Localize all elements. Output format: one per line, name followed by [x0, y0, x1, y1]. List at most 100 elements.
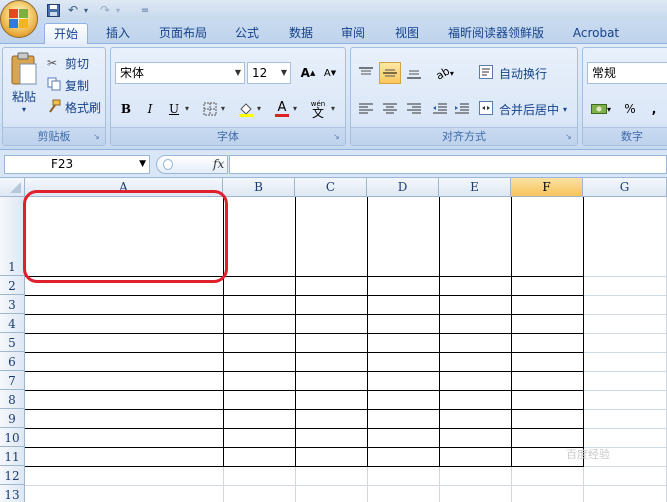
comma-button[interactable]: ,: [643, 98, 665, 120]
row-header-1[interactable]: 1: [0, 197, 25, 276]
row-header-6[interactable]: 6: [0, 352, 25, 371]
row-header-9[interactable]: 9: [0, 409, 25, 428]
column-header-e[interactable]: E: [439, 178, 511, 197]
name-box[interactable]: F23 ▼: [4, 155, 150, 174]
paste-button[interactable]: 粘贴 ▾: [6, 52, 42, 124]
format-painter-label: 格式刷: [65, 100, 102, 115]
number-format-select[interactable]: 常规: [587, 62, 667, 84]
gridline: [223, 466, 224, 502]
percent-button[interactable]: %: [619, 98, 641, 120]
fill-bucket-icon: [239, 103, 253, 117]
font-size-select[interactable]: 12 ▼: [247, 62, 291, 84]
redo-dropdown-icon[interactable]: ▾: [114, 2, 122, 18]
redo-icon[interactable]: ↷: [98, 2, 112, 18]
phonetic-guide-button[interactable]: wén 文: [307, 98, 329, 120]
tab-insert[interactable]: 插入: [98, 23, 138, 44]
align-middle-button[interactable]: [379, 62, 401, 84]
row-header-10[interactable]: 10: [0, 428, 25, 447]
merge-center-button[interactable]: 合并后居中 ▾: [479, 100, 567, 118]
accounting-format-button[interactable]: ▾: [587, 98, 615, 120]
underline-dropdown-icon[interactable]: ▾: [185, 104, 189, 113]
align-left-button[interactable]: [355, 98, 377, 120]
bold-button[interactable]: B: [115, 98, 137, 120]
number-group: 常规 ▾ % , 数字: [582, 47, 667, 146]
row-header-12[interactable]: 12: [0, 466, 25, 485]
row-header-2[interactable]: 2: [0, 276, 25, 295]
align-bottom-button[interactable]: [403, 62, 425, 84]
tab-formulas[interactable]: 公式: [226, 23, 268, 44]
borders-dropdown-icon[interactable]: ▾: [221, 104, 225, 113]
fx-area: fx: [156, 155, 228, 174]
column-header-f[interactable]: F: [511, 178, 583, 197]
tab-foxit[interactable]: 福昕阅读器领鲜版: [440, 23, 552, 44]
fill-color-dropdown-icon[interactable]: ▾: [257, 104, 261, 113]
row-header-7[interactable]: 7: [0, 371, 25, 390]
column-header-c[interactable]: C: [295, 178, 367, 197]
decrease-indent-icon: [433, 103, 447, 114]
grow-font-label: A: [300, 66, 310, 80]
row-header-4[interactable]: 4: [0, 314, 25, 333]
phonetic-dropdown-icon[interactable]: ▾: [331, 104, 335, 113]
copy-button[interactable]: 复制: [47, 76, 89, 94]
font-size-value: 12: [252, 66, 268, 80]
italic-button[interactable]: I: [139, 98, 161, 120]
align-center-button[interactable]: [379, 98, 401, 120]
tab-review[interactable]: 审阅: [332, 23, 374, 44]
office-button[interactable]: [0, 0, 38, 38]
ribbon: 粘贴 ▾ ✂ 剪切 复制 格式刷 剪贴板 ↘ 宋体 ▼ 12 ▼ A ▲ A ▼…: [0, 44, 667, 150]
tab-data[interactable]: 数据: [280, 23, 322, 44]
borders-button[interactable]: [199, 98, 221, 120]
paste-dropdown-icon[interactable]: ▾: [22, 105, 26, 114]
undo-icon[interactable]: ↶: [66, 2, 80, 18]
format-painter-button[interactable]: 格式刷: [47, 98, 101, 116]
clipboard-group-label: 剪贴板: [3, 127, 105, 145]
merge-cells-icon: [479, 100, 499, 118]
undo-dropdown-icon[interactable]: ▾: [82, 2, 90, 18]
tab-view[interactable]: 视图: [386, 23, 428, 44]
name-box-dropdown-icon[interactable]: ▼: [139, 156, 146, 173]
customize-quick-access-icon[interactable]: =: [140, 2, 150, 18]
align-center-icon: [383, 103, 397, 114]
wrap-text-button[interactable]: 自动换行: [479, 64, 547, 82]
save-icon[interactable]: [46, 2, 60, 18]
cut-button[interactable]: ✂ 剪切: [47, 54, 89, 72]
font-color-dropdown-icon[interactable]: ▾: [293, 104, 297, 113]
grow-font-button[interactable]: A ▲: [297, 62, 319, 84]
underline-button[interactable]: U: [163, 98, 185, 120]
row-header-3[interactable]: 3: [0, 295, 25, 314]
clipboard-launcher-icon[interactable]: ↘: [93, 132, 103, 142]
tab-acrobat[interactable]: Acrobat: [566, 23, 626, 44]
increase-indent-button[interactable]: [451, 98, 473, 120]
formula-bar-toggle-icon[interactable]: [163, 159, 173, 170]
shrink-font-button[interactable]: A ▼: [319, 62, 341, 84]
gridline: [25, 485, 667, 486]
insert-function-button[interactable]: fx: [213, 157, 224, 171]
column-header-b[interactable]: B: [223, 178, 295, 197]
merge-dropdown-icon[interactable]: ▾: [563, 105, 567, 114]
number-group-label: 数字: [583, 127, 667, 145]
chevron-down-icon: ▼: [234, 68, 241, 77]
decrease-indent-button[interactable]: [429, 98, 451, 120]
orientation-button[interactable]: ab ▾: [431, 62, 459, 84]
font-color-button[interactable]: A: [271, 98, 293, 120]
column-header-g[interactable]: G: [583, 178, 667, 197]
gridline: [583, 466, 584, 502]
row-header-11[interactable]: 11: [0, 447, 25, 466]
cut-label: 剪切: [65, 56, 90, 71]
align-top-button[interactable]: [355, 62, 377, 84]
font-color-swatch: [275, 113, 289, 117]
tab-home[interactable]: 开始: [44, 23, 88, 44]
font-name-select[interactable]: 宋体 ▼: [115, 62, 245, 84]
tab-page-layout[interactable]: 页面布局: [150, 23, 216, 44]
select-all-button[interactable]: [0, 178, 25, 197]
font-launcher-icon[interactable]: ↘: [333, 132, 343, 142]
fill-color-button[interactable]: [235, 98, 257, 120]
alignment-launcher-icon[interactable]: ↘: [565, 132, 575, 142]
column-header-d[interactable]: D: [367, 178, 439, 197]
row-header-5[interactable]: 5: [0, 333, 25, 352]
row-header-8[interactable]: 8: [0, 390, 25, 409]
row-header-13[interactable]: 13: [0, 485, 25, 502]
align-right-button[interactable]: [403, 98, 425, 120]
gridline: [439, 466, 440, 502]
formula-input[interactable]: [229, 155, 667, 174]
